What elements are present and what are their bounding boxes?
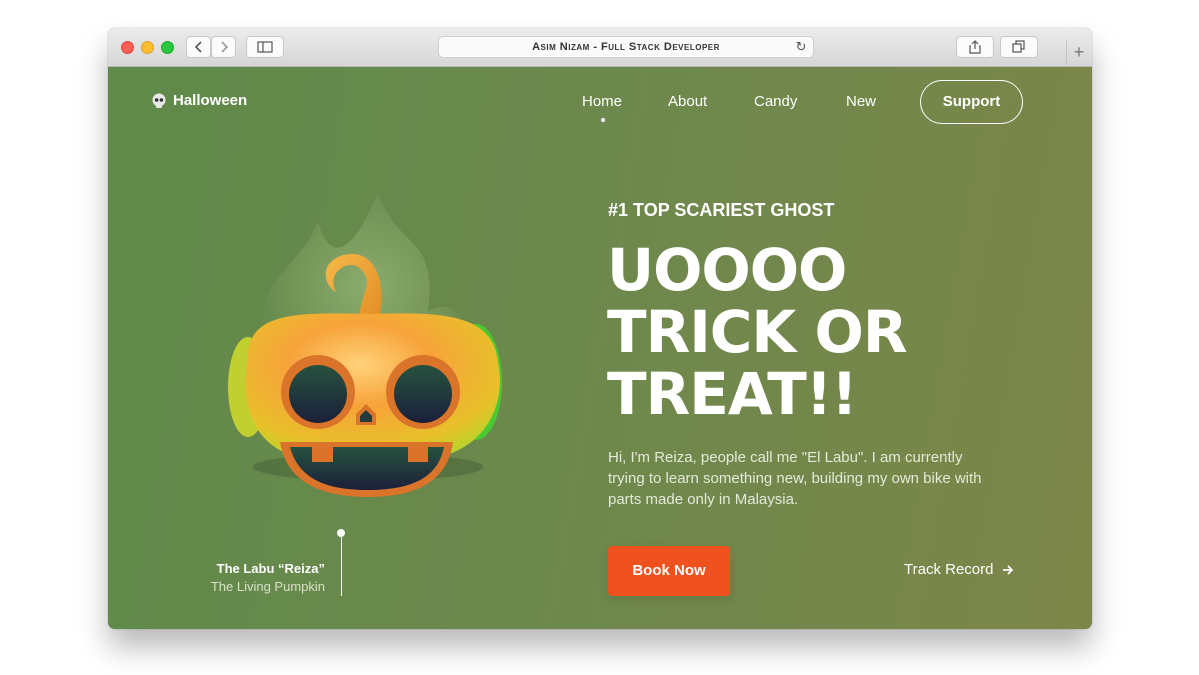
track-record-label: Track Record (904, 561, 994, 578)
caption-marker-line (341, 533, 342, 596)
nav-home[interactable]: Home (582, 93, 622, 110)
book-now-button[interactable]: Book Now (608, 546, 730, 596)
browser-titlebar: Asim Nizam - Full Stack Developer ↻ + (108, 28, 1092, 67)
new-tab-icon: + (1073, 42, 1085, 62)
nav-candy[interactable]: Candy (754, 93, 797, 110)
nav-about[interactable]: About (668, 93, 707, 110)
character-role: The Living Pumpkin (210, 579, 325, 594)
page-content: Halloween Home About Candy New Support T… (108, 67, 1092, 629)
pumpkin-illustration (228, 192, 502, 497)
headline-line-2: TRICK OR (607, 298, 907, 366)
share-icon (969, 40, 981, 54)
back-button[interactable] (186, 36, 211, 58)
character-name: The Labu “Reiza” (216, 561, 325, 576)
support-button[interactable]: Support (920, 80, 1023, 124)
tabs-icon (1012, 40, 1025, 53)
browser-window: Asim Nizam - Full Stack Developer ↻ + Ha… (108, 28, 1092, 629)
brand-name: Halloween (173, 92, 248, 109)
minimize-window-button[interactable] (141, 41, 154, 54)
brand-logo[interactable]: Halloween (151, 92, 247, 109)
close-window-button[interactable] (121, 41, 134, 54)
address-title: Asim Nizam - Full Stack Developer (532, 41, 720, 53)
track-record-link[interactable]: Track Record (904, 561, 1014, 578)
forward-icon (220, 41, 228, 53)
forward-button[interactable] (211, 36, 236, 58)
nav-new[interactable]: New (846, 93, 876, 110)
new-tab-button[interactable]: + (1066, 41, 1091, 65)
hero-subtitle: #1 TOP SCARIEST GHOST (608, 200, 835, 220)
skull-icon (152, 93, 166, 108)
hero-headline: UOOOO TRICK OR TREAT!! (607, 236, 907, 428)
arrow-right-icon (1003, 564, 1014, 575)
share-button[interactable] (956, 36, 994, 58)
headline-line-1: UOOOO (607, 236, 847, 304)
zoom-window-button[interactable] (161, 41, 174, 54)
sidebar-icon (257, 41, 273, 53)
back-icon (194, 41, 202, 53)
reload-icon[interactable]: ↻ (796, 37, 807, 57)
hero-description: Hi, I'm Reiza, people call me "El Labu".… (608, 449, 982, 508)
headline-line-3: TREAT!! (607, 360, 858, 428)
active-nav-indicator (601, 118, 605, 122)
tabs-overview-button[interactable] (1000, 36, 1038, 58)
address-bar[interactable]: Asim Nizam - Full Stack Developer ↻ (438, 36, 814, 58)
sidebar-toggle-button[interactable] (246, 36, 284, 58)
